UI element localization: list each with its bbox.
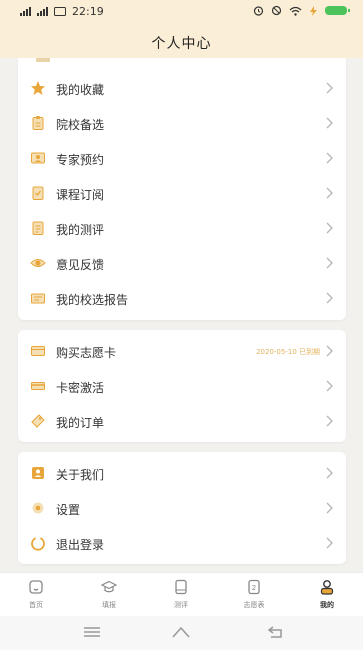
home-nav-icon[interactable]	[171, 624, 191, 640]
menu-item-label: 我的校选报告	[56, 293, 129, 307]
clipboard-icon	[32, 116, 44, 130]
menu-item-favorites[interactable]: 我的收藏	[18, 71, 346, 106]
menu-item-label: 退出登录	[56, 538, 105, 552]
card-expiry-note: 2020-05-10 已到期	[256, 348, 320, 356]
chevron-right-icon	[326, 537, 333, 549]
tab-label: 测评	[174, 601, 188, 609]
menu-item-label: 院校备选	[56, 118, 105, 132]
menu-item-label: 我的订单	[56, 416, 105, 430]
tab-label: 我的	[320, 601, 334, 609]
menu-item-buy-card[interactable]: 购买志愿卡 2020-05-10 已到期	[18, 334, 346, 369]
about-icon	[32, 467, 44, 479]
chevron-right-icon	[326, 380, 333, 392]
eye-icon	[30, 259, 46, 267]
graduation-cap-icon	[101, 580, 117, 593]
user-icon	[320, 580, 334, 595]
chevron-right-icon	[326, 292, 333, 304]
test-icon	[32, 221, 44, 235]
back-icon[interactable]	[266, 624, 286, 640]
settings-icon	[32, 502, 44, 514]
menu-item-my-test[interactable]: 我的测评	[18, 211, 346, 246]
chevron-right-icon	[326, 345, 333, 357]
order-icon	[31, 414, 45, 428]
chevron-right-icon	[326, 467, 333, 479]
card-icon	[31, 346, 45, 356]
signal-2-icon	[37, 7, 48, 16]
chevron-right-icon	[326, 415, 333, 427]
menu-item-label: 设置	[56, 503, 81, 517]
expert-icon	[31, 152, 45, 164]
menu-item-label: 关于我们	[56, 468, 105, 482]
report-icon	[31, 293, 45, 304]
charging-icon	[310, 5, 317, 16]
logout-icon	[31, 537, 45, 551]
chevron-right-icon	[326, 152, 333, 164]
tab-volunteer-form[interactable]: 2 志愿表	[218, 573, 290, 617]
menu-item-college-shortlist[interactable]: 院校备选	[18, 106, 346, 141]
menu-item-label: 专家预约	[56, 153, 105, 167]
menu-card-purchase: 购买志愿卡 2020-05-10 已到期 卡密激活 我的订单	[18, 330, 346, 442]
tab-fill-in[interactable]: 填报	[73, 573, 145, 617]
system-navigation-bar	[0, 616, 363, 650]
chevron-right-icon	[326, 257, 333, 269]
mute-icon	[271, 5, 282, 16]
status-time: 22:19	[72, 5, 104, 18]
menu-item-school-report[interactable]: 我的校选报告	[18, 281, 346, 316]
menu-item-label: 课程订阅	[56, 188, 105, 202]
page-title: 个人中心	[151, 36, 212, 52]
alarm-icon	[253, 6, 264, 16]
svg-text:2: 2	[252, 584, 256, 592]
tab-label: 首页	[29, 601, 43, 609]
tab-test[interactable]: 测评	[145, 573, 217, 617]
header: 22:19 个人中心	[0, 0, 363, 58]
menu-item-logout[interactable]: 退出登录	[18, 526, 346, 561]
activation-icon	[31, 382, 45, 390]
menu-item-label: 我的收藏	[56, 83, 105, 97]
bottom-tab-bar: 首页 填报 测评 2 志愿表 我的	[0, 572, 363, 617]
menu-item-label: 购买志愿卡	[56, 346, 117, 360]
menu-icon[interactable]	[82, 624, 102, 640]
message-icon	[54, 7, 66, 16]
tab-mine[interactable]: 我的	[291, 573, 363, 617]
menu-item-about-us[interactable]: 关于我们	[18, 456, 346, 491]
battery-icon	[325, 6, 350, 15]
chevron-right-icon	[326, 82, 333, 94]
tab-home[interactable]: 首页	[0, 573, 72, 617]
partially-hidden-icon	[36, 58, 50, 62]
menu-item-feedback[interactable]: 意见反馈	[18, 246, 346, 281]
menu-card-system: 关于我们 设置 退出登录	[18, 452, 346, 564]
menu-item-label: 卡密激活	[56, 381, 105, 395]
chevron-right-icon	[326, 502, 333, 514]
wifi-icon	[289, 6, 302, 16]
star-icon	[31, 81, 45, 95]
tab-label: 志愿表	[243, 601, 265, 609]
signal-icon	[20, 7, 31, 16]
status-bar: 22:19	[0, 0, 363, 22]
home-icon	[29, 580, 43, 594]
menu-item-label: 意见反馈	[56, 258, 105, 272]
test-tab-icon	[175, 579, 187, 595]
volunteer-form-icon: 2	[248, 579, 260, 595]
menu-item-course-subscription[interactable]: 课程订阅	[18, 176, 346, 211]
menu-item-expert-appointment[interactable]: 专家预约	[18, 141, 346, 176]
chevron-right-icon	[326, 187, 333, 199]
course-icon	[32, 186, 44, 200]
menu-item-settings[interactable]: 设置	[18, 491, 346, 526]
tab-label: 填报	[102, 601, 116, 609]
chevron-right-icon	[326, 222, 333, 234]
menu-item-my-orders[interactable]: 我的订单	[18, 404, 346, 439]
menu-card-personal: 我的收藏 院校备选 专家预约 课程订阅 我的测评 意见反馈 我的校选报告	[18, 58, 346, 320]
menu-item-card-activation[interactable]: 卡密激活	[18, 369, 346, 404]
menu-item-label: 我的测评	[56, 223, 105, 237]
chevron-right-icon	[326, 117, 333, 129]
